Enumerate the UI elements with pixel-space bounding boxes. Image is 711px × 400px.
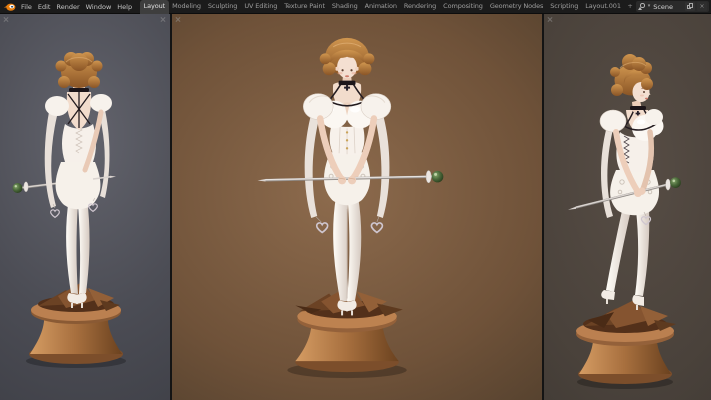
tab-animation[interactable]: Animation bbox=[361, 0, 400, 14]
tab-rendering[interactable]: Rendering bbox=[400, 0, 439, 14]
choker bbox=[630, 106, 646, 110]
unlink-scene-button[interactable]: × bbox=[697, 2, 707, 11]
tab-uv-editing[interactable]: UV Editing bbox=[241, 0, 281, 14]
workspace bbox=[0, 14, 711, 400]
staff-orb[interactable] bbox=[13, 183, 23, 193]
menu-edit[interactable]: Edit bbox=[35, 3, 54, 11]
viewport-front-view[interactable] bbox=[172, 14, 544, 400]
tab-layout[interactable]: Layout bbox=[140, 0, 169, 14]
viewport-back-view[interactable] bbox=[0, 14, 172, 400]
copy-icon bbox=[687, 3, 694, 10]
scene-icon bbox=[638, 3, 646, 11]
tab-sculpting[interactable]: Sculpting bbox=[204, 0, 240, 14]
workspace-tabs: Layout Modeling Sculpting UV Editing Tex… bbox=[140, 0, 636, 14]
menu-render[interactable]: Render bbox=[53, 3, 82, 11]
menu-bar: File Edit Render Window Help bbox=[18, 3, 135, 11]
tab-texture-paint[interactable]: Texture Paint bbox=[281, 0, 329, 14]
add-workspace-button[interactable]: + bbox=[624, 0, 635, 14]
menu-window[interactable]: Window bbox=[83, 3, 115, 11]
new-scene-button[interactable] bbox=[685, 2, 695, 11]
staff-orb[interactable] bbox=[432, 171, 444, 183]
editor-corner-icon[interactable] bbox=[175, 16, 182, 23]
chevron-down-icon[interactable]: ▾ bbox=[648, 4, 651, 9]
menu-file[interactable]: File bbox=[18, 3, 35, 11]
character-head[interactable] bbox=[610, 54, 653, 116]
choker bbox=[339, 81, 356, 85]
pedestal-base[interactable] bbox=[576, 300, 676, 389]
viewport-three-quarter-view[interactable] bbox=[544, 14, 711, 400]
character-head[interactable] bbox=[320, 38, 375, 91]
editor-corner-icon[interactable] bbox=[160, 16, 167, 23]
topbar-right-group: ▾ Scene × ▾ ViewLayer × bbox=[636, 1, 711, 12]
tab-modeling[interactable]: Modeling bbox=[169, 0, 205, 14]
topbar: File Edit Render Window Help Layout Mode… bbox=[0, 0, 711, 14]
choker bbox=[69, 88, 89, 92]
tab-layout-001[interactable]: Layout.001 bbox=[582, 0, 625, 14]
staff-orb[interactable] bbox=[670, 177, 681, 188]
character-hair[interactable] bbox=[56, 52, 103, 88]
character-model-back[interactable] bbox=[45, 52, 116, 308]
editor-corner-icon[interactable] bbox=[3, 16, 10, 23]
character-model-front[interactable] bbox=[258, 38, 444, 316]
menu-help[interactable]: Help bbox=[114, 3, 135, 11]
tab-compositing[interactable]: Compositing bbox=[440, 0, 487, 14]
scene-name[interactable]: Scene bbox=[652, 3, 683, 11]
scene-selector[interactable]: ▾ Scene × bbox=[636, 1, 709, 12]
tab-geometry-nodes[interactable]: Geometry Nodes bbox=[486, 0, 546, 14]
blender-logo-icon[interactable] bbox=[3, 2, 16, 12]
tab-scripting[interactable]: Scripting bbox=[547, 0, 582, 14]
editor-corner-icon[interactable] bbox=[547, 16, 554, 23]
tab-shading[interactable]: Shading bbox=[328, 0, 361, 14]
character-model-side[interactable] bbox=[568, 54, 681, 310]
